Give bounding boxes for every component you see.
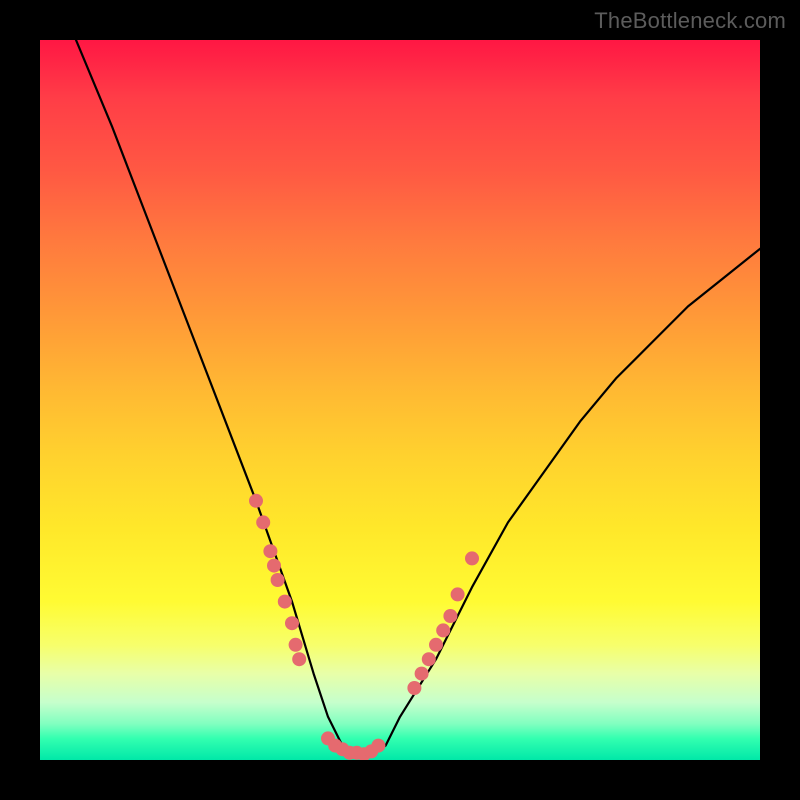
- watermark-text: TheBottleneck.com: [594, 8, 786, 34]
- bottleneck-curve: [76, 40, 760, 760]
- curve-svg: [40, 40, 760, 760]
- data-marker: [451, 587, 465, 601]
- curve-path: [76, 40, 760, 760]
- data-marker: [415, 667, 429, 681]
- data-marker: [271, 573, 285, 587]
- data-marker: [263, 544, 277, 558]
- plot-area: [40, 40, 760, 760]
- data-marker: [436, 623, 450, 637]
- data-marker: [278, 595, 292, 609]
- data-marker: [465, 551, 479, 565]
- data-marker: [256, 515, 270, 529]
- data-marker: [292, 652, 306, 666]
- data-marker: [429, 638, 443, 652]
- data-marker: [407, 681, 421, 695]
- data-marker: [267, 559, 281, 573]
- data-marker: [285, 616, 299, 630]
- data-marker: [249, 494, 263, 508]
- data-marker: [443, 609, 457, 623]
- data-marker: [422, 652, 436, 666]
- marker-group: [249, 494, 479, 760]
- data-marker: [289, 638, 303, 652]
- chart-container: TheBottleneck.com: [0, 0, 800, 800]
- data-marker: [371, 739, 385, 753]
